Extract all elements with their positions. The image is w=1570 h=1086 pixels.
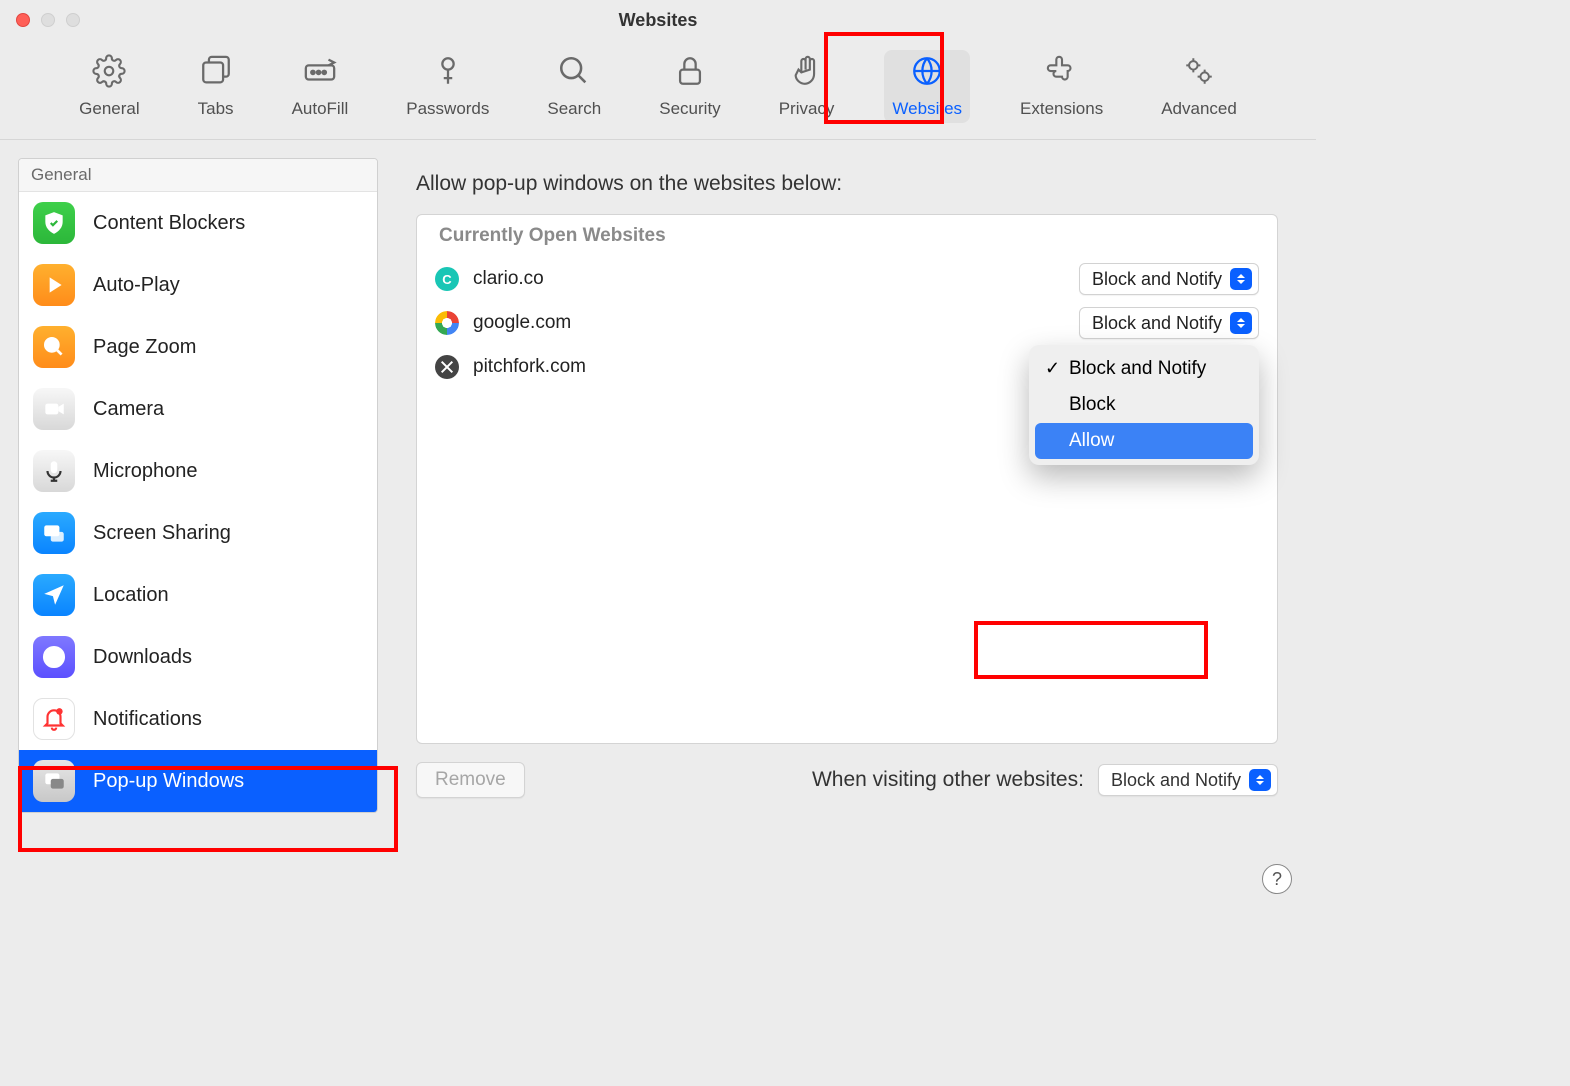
tab-autofill[interactable]: AutoFill	[284, 50, 357, 123]
gears-icon	[1182, 54, 1216, 93]
site-row[interactable]: C clario.co Block and Notify	[417, 257, 1277, 301]
sidebar-item-label: Notifications	[93, 708, 202, 731]
sidebar-section-header: General	[19, 159, 377, 192]
sidebar-item-location[interactable]: Location	[19, 564, 377, 626]
sidebar-item-downloads[interactable]: Downloads	[19, 626, 377, 688]
microphone-icon	[33, 450, 75, 492]
tab-label: Advanced	[1161, 99, 1237, 119]
panel-heading: Allow pop-up windows on the websites bel…	[396, 158, 1298, 214]
tab-passwords[interactable]: Passwords	[398, 50, 497, 123]
sidebar-item-microphone[interactable]: Microphone	[19, 440, 377, 502]
download-icon	[33, 636, 75, 678]
stepper-icon	[1249, 769, 1271, 791]
sidebar-item-camera[interactable]: Camera	[19, 378, 377, 440]
tab-general[interactable]: General	[71, 50, 147, 123]
site-domain: pitchfork.com	[473, 356, 586, 378]
site-domain: clario.co	[473, 268, 544, 290]
sidebar-item-label: Content Blockers	[93, 212, 245, 235]
bell-icon	[33, 698, 75, 740]
setting-dropdown: Block and Notify Block Allow	[1029, 345, 1259, 465]
site-domain: google.com	[473, 312, 571, 334]
tab-label: General	[79, 99, 139, 119]
remove-button[interactable]: Remove	[416, 762, 525, 798]
tab-label: Passwords	[406, 99, 489, 119]
sidebar-item-content-blockers[interactable]: Content Blockers	[19, 192, 377, 254]
help-button[interactable]: ?	[1262, 864, 1292, 894]
sidebar-item-label: Downloads	[93, 646, 192, 669]
site-row[interactable]: google.com Block and Notify	[417, 301, 1277, 345]
windows-icon	[33, 760, 75, 802]
tab-advanced[interactable]: Advanced	[1153, 50, 1245, 123]
sidebar-item-auto-play[interactable]: Auto-Play	[19, 254, 377, 316]
play-icon	[33, 264, 75, 306]
list-section-header: Currently Open Websites	[417, 215, 1277, 257]
sidebar-item-label: Page Zoom	[93, 336, 196, 359]
select-value: Block and Notify	[1092, 269, 1222, 290]
tab-label: Privacy	[779, 99, 835, 119]
dropdown-option-allow[interactable]: Allow	[1035, 423, 1253, 459]
autofill-icon	[303, 54, 337, 93]
window-title: Websites	[0, 10, 1316, 31]
tab-label: Search	[547, 99, 601, 119]
tab-label: AutoFill	[292, 99, 349, 119]
sidebar-item-label: Auto-Play	[93, 274, 180, 297]
key-icon	[431, 54, 465, 93]
camera-icon	[33, 388, 75, 430]
sidebar-item-screen-sharing[interactable]: Screen Sharing	[19, 502, 377, 564]
search-icon	[557, 54, 591, 93]
tab-label: Extensions	[1020, 99, 1103, 119]
settings-sidebar: General Content Blockers Auto-Play Page …	[18, 158, 378, 813]
screens-icon	[33, 512, 75, 554]
tab-tabs[interactable]: Tabs	[190, 50, 242, 123]
zoom-icon	[33, 326, 75, 368]
main-panel: Allow pop-up windows on the websites bel…	[396, 158, 1298, 813]
tab-security[interactable]: Security	[651, 50, 728, 123]
sidebar-item-notifications[interactable]: Notifications	[19, 688, 377, 750]
tabs-icon	[199, 54, 233, 93]
preferences-toolbar: General Tabs AutoFill Passwords Search S…	[0, 40, 1316, 140]
website-list: Currently Open Websites C clario.co Bloc…	[416, 214, 1278, 744]
stepper-icon	[1230, 268, 1252, 290]
sidebar-item-label: Pop-up Windows	[93, 770, 244, 793]
other-setting-select[interactable]: Block and Notify	[1098, 764, 1278, 796]
titlebar: Websites	[0, 0, 1316, 40]
shield-icon	[33, 202, 75, 244]
gear-icon	[92, 54, 126, 93]
select-value: Block and Notify	[1092, 313, 1222, 334]
select-value: Block and Notify	[1111, 770, 1241, 791]
other-websites-label: When visiting other websites:	[812, 768, 1084, 792]
sidebar-item-label: Location	[93, 584, 169, 607]
favicon-pitchfork	[435, 355, 459, 379]
favicon-clario: C	[435, 267, 459, 291]
stepper-icon	[1230, 312, 1252, 334]
dropdown-option-block[interactable]: Block	[1035, 387, 1253, 423]
sidebar-item-label: Microphone	[93, 460, 198, 483]
dropdown-option-block-notify[interactable]: Block and Notify	[1035, 351, 1253, 387]
globe-icon	[910, 54, 944, 93]
sidebar-item-label: Screen Sharing	[93, 522, 231, 545]
tab-extensions[interactable]: Extensions	[1012, 50, 1111, 123]
hand-icon	[790, 54, 824, 93]
location-icon	[33, 574, 75, 616]
sidebar-item-popup-windows[interactable]: Pop-up Windows	[19, 750, 377, 812]
tab-label: Tabs	[198, 99, 234, 119]
tab-label: Websites	[892, 99, 962, 119]
site-setting-select[interactable]: Block and Notify	[1079, 307, 1259, 339]
sidebar-item-label: Camera	[93, 398, 164, 421]
tab-privacy[interactable]: Privacy	[771, 50, 843, 123]
puzzle-icon	[1045, 54, 1079, 93]
tab-label: Security	[659, 99, 720, 119]
tab-websites[interactable]: Websites	[884, 50, 970, 123]
site-setting-select[interactable]: Block and Notify	[1079, 263, 1259, 295]
tab-search[interactable]: Search	[539, 50, 609, 123]
sidebar-item-page-zoom[interactable]: Page Zoom	[19, 316, 377, 378]
lock-icon	[673, 54, 707, 93]
favicon-google	[435, 311, 459, 335]
